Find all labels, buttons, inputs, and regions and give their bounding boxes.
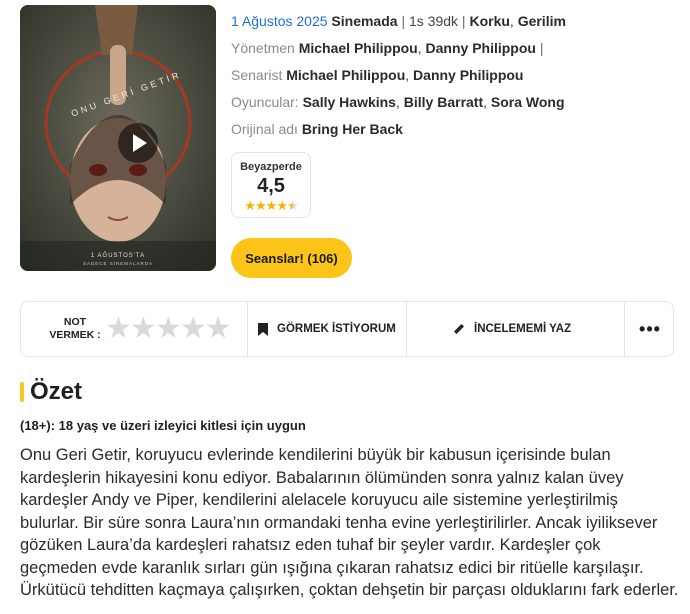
rating-source: Beyazperde [240, 161, 302, 173]
star-icon: ★ [255, 198, 267, 213]
writer-row: Senarist Michael Philippou, Danny Philip… [231, 67, 524, 83]
rate-label: NOT VERMEK : [35, 302, 115, 356]
press-rating-card[interactable]: Beyazperde 4,5 ★★★★★ [231, 152, 311, 218]
divider [406, 302, 407, 356]
star-icon: ★ [244, 198, 256, 213]
poster-caption-1: 1 AĞUSTOS'TA [90, 253, 146, 259]
showtimes-button[interactable]: Seanslar! (106) [231, 238, 352, 278]
genre-link[interactable]: Korku [469, 13, 509, 29]
action-bar: NOT VERMEK : ★ ★ ★ ★ ★ GÖRMEK İSTİYORUM … [20, 301, 674, 357]
duration: 1s 39dk [408, 13, 459, 29]
director-label: Yönetmen [231, 40, 295, 56]
rate-label-line2: VERMEK : [49, 329, 101, 341]
star-icon: ★ [265, 198, 278, 213]
cast-link[interactable]: Sora Wong [491, 94, 565, 110]
rate-star-icon[interactable]: ★ [130, 314, 157, 344]
pencil-icon [453, 323, 464, 335]
rate-star-icon[interactable]: ★ [105, 314, 132, 344]
cast-link[interactable]: Billy Barratt [404, 94, 483, 110]
director-row: Yönetmen Michael Philippou, Danny Philip… [231, 40, 544, 56]
rate-label-line1: NOT [63, 316, 87, 328]
user-rating-stars[interactable]: ★ ★ ★ ★ ★ [105, 302, 237, 356]
summary-title: Özet [30, 378, 83, 405]
release-row: 1 Ağustos 2025 Sinemada | 1s 39dk | Kork… [231, 13, 566, 29]
genre-link[interactable]: Gerilim [518, 13, 566, 29]
cast-label: Oyuncular: [231, 94, 299, 110]
write-review-button[interactable]: İNCELEMEMİ YAZ [451, 302, 621, 356]
watchlist-button[interactable]: GÖRMEK İSTİYORUM [257, 302, 407, 356]
accent-bar [20, 382, 24, 402]
review-label: İNCELEMEMİ YAZ [474, 323, 572, 335]
more-options-button[interactable]: ••• [625, 302, 675, 356]
cast-row: Oyuncular: Sally Hawkins, Billy Barratt,… [231, 94, 565, 110]
watchlist-label: GÖRMEK İSTİYORUM [277, 323, 396, 335]
release-status: Sinemada [331, 13, 398, 29]
movie-info: 1 Ağustos 2025 Sinemada | 1s 39dk | Kork… [231, 8, 681, 143]
star-icon: ★ [276, 198, 288, 213]
bookmark-icon [258, 322, 268, 336]
original-title-row: Orijinal adı Bring Her Back [231, 116, 681, 143]
cast-link[interactable]: Sally Hawkins [303, 94, 396, 110]
play-icon[interactable] [118, 123, 158, 163]
rating-score: 4,5 [257, 175, 285, 197]
director-link[interactable]: Michael Philippou [299, 40, 418, 56]
rate-star-icon[interactable]: ★ [180, 314, 207, 344]
movie-poster[interactable]: 1 AĞUSTOS'TA SADECE SİNEMALARDA ONU GERİ… [20, 5, 216, 271]
writer-link[interactable]: Danny Philippou [413, 67, 523, 83]
original-title: Bring Her Back [301, 121, 403, 137]
rating-stars: ★★★★★ [232, 199, 310, 213]
rate-star-icon[interactable]: ★ [205, 314, 232, 344]
divider [247, 302, 248, 356]
release-date-link[interactable]: 1 Ağustos 2025 [231, 13, 328, 29]
director-link[interactable]: Danny Philippou [426, 40, 536, 56]
half-star-icon: ★ [286, 198, 299, 213]
synopsis-text: Onu Geri Getir, koruyucu evlerinde kendi… [20, 446, 679, 599]
rate-star-icon[interactable]: ★ [155, 314, 182, 344]
poster-caption-2: SADECE SİNEMALARDA [82, 261, 153, 266]
summary-heading: Özet [20, 377, 82, 407]
writer-link[interactable]: Michael Philippou [286, 67, 405, 83]
age-rating: (18+): 18 yaş ve üzeri izleyici kitlesi … [20, 418, 306, 433]
writer-label: Senarist [231, 67, 283, 83]
original-title-label: Orijinal adı [231, 121, 298, 137]
